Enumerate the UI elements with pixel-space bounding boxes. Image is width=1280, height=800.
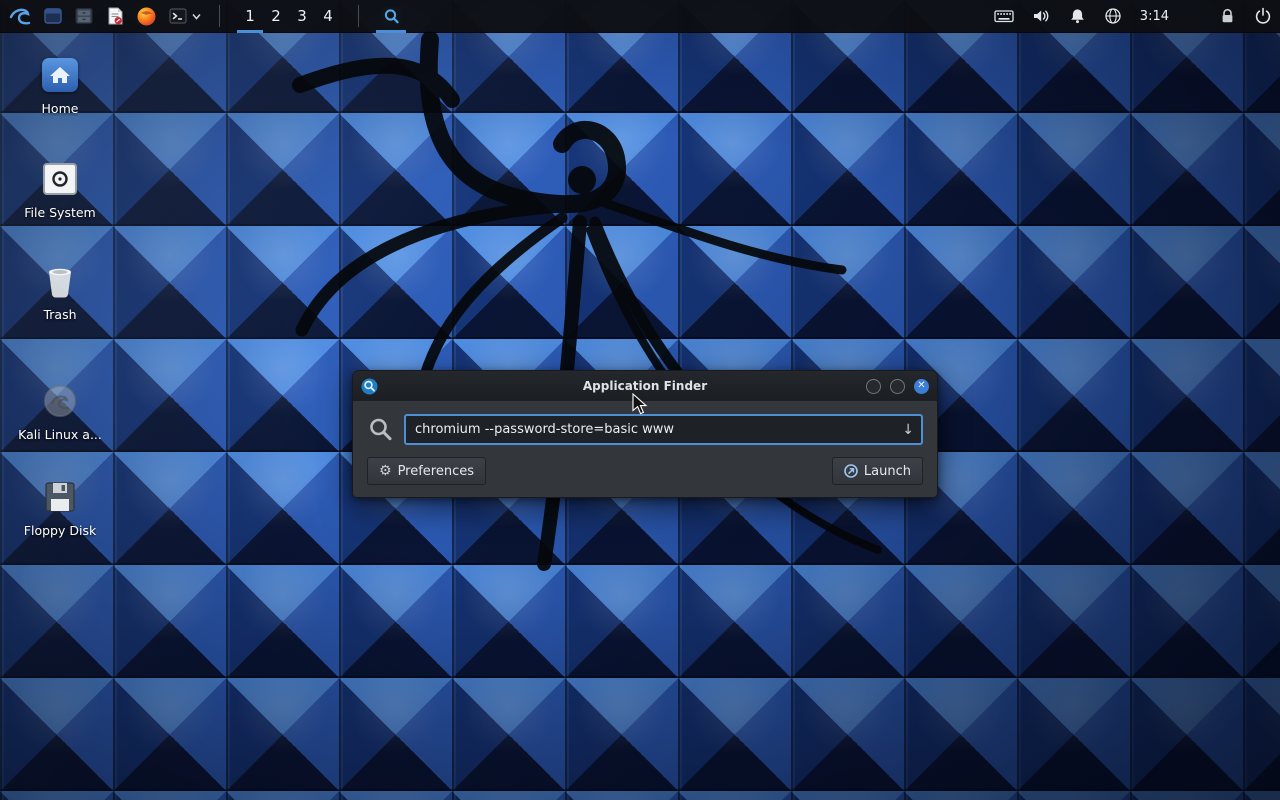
kali-linux-icon xyxy=(42,383,78,419)
preferences-label: Preferences xyxy=(398,464,474,479)
appfinder-icon xyxy=(381,6,402,27)
desktop-icon-file-system[interactable]: File System xyxy=(12,160,108,220)
notifications-bell-icon[interactable] xyxy=(1069,7,1086,25)
window-launcher-button[interactable] xyxy=(43,0,63,33)
panel-separator xyxy=(358,5,359,27)
desktop-icon-label: File System xyxy=(24,205,96,220)
workspace-2-label: 2 xyxy=(271,7,281,25)
workspace-3-label: 3 xyxy=(297,7,307,25)
workspace-switcher: 1 2 3 4 xyxy=(237,0,341,33)
desktop-icon-home[interactable]: Home xyxy=(12,56,108,116)
launch-button[interactable]: Launch xyxy=(832,457,923,485)
search-icon xyxy=(367,416,394,443)
workspace-4-label: 4 xyxy=(323,7,333,25)
desktop-icon-label: Kali Linux a... xyxy=(18,427,102,442)
network-globe-icon[interactable] xyxy=(1104,7,1122,25)
appfinder-window-icon xyxy=(361,378,378,395)
floppy-disk-icon xyxy=(43,480,77,514)
application-finder-window: Application Finder ✕ ↓ ⚙ Preferences xyxy=(352,370,938,498)
logout-power-icon[interactable] xyxy=(1254,7,1272,25)
desktop-icon-label: Trash xyxy=(43,307,76,322)
file-manager-icon xyxy=(74,6,94,26)
clock[interactable]: 3:14 xyxy=(1140,9,1169,24)
screen-lock-icon[interactable] xyxy=(1219,7,1236,25)
home-icon xyxy=(42,58,78,92)
firefox-button[interactable] xyxy=(136,0,157,33)
desktop-icon-trash[interactable]: Trash xyxy=(12,262,108,322)
workspace-4[interactable]: 4 xyxy=(315,0,341,33)
text-editor-button[interactable] xyxy=(105,0,125,33)
window-icon xyxy=(43,6,63,26)
top-panel: 1 2 3 4 xyxy=(0,0,1280,33)
workspace-2[interactable]: 2 xyxy=(263,0,289,33)
desktop-icon-label: Floppy Disk xyxy=(24,523,96,538)
search-input[interactable] xyxy=(406,422,921,437)
terminal-icon xyxy=(168,6,188,26)
search-field: ↓ xyxy=(404,414,923,445)
desktop-icon-kali-linux[interactable]: Kali Linux a... xyxy=(12,382,108,442)
panel-separator xyxy=(219,5,220,27)
keyboard-icon[interactable] xyxy=(994,7,1014,25)
chevron-down-icon[interactable] xyxy=(191,11,202,22)
maximize-button[interactable] xyxy=(890,379,905,394)
gear-icon: ⚙ xyxy=(379,464,392,478)
launch-label: Launch xyxy=(864,464,911,479)
file-manager-button[interactable] xyxy=(74,0,94,33)
workspace-1[interactable]: 1 xyxy=(237,0,263,33)
kali-menu-button[interactable] xyxy=(8,0,32,33)
launch-icon xyxy=(844,464,858,478)
close-button[interactable]: ✕ xyxy=(914,379,929,394)
file-system-icon xyxy=(43,163,77,195)
finder-body: ↓ ⚙ Preferences Launch xyxy=(353,401,937,497)
text-editor-icon xyxy=(105,6,125,26)
workspace-1-label: 1 xyxy=(245,7,255,25)
minimize-button[interactable] xyxy=(866,379,881,394)
preferences-button[interactable]: ⚙ Preferences xyxy=(367,457,486,485)
close-icon: ✕ xyxy=(917,381,925,391)
kali-logo-icon xyxy=(8,4,32,28)
history-dropdown-icon[interactable]: ↓ xyxy=(902,422,914,438)
volume-icon[interactable] xyxy=(1032,7,1051,25)
desktop-icon-label: Home xyxy=(42,101,79,116)
appfinder-taskbar-button[interactable] xyxy=(376,0,406,33)
terminal-launcher-button[interactable] xyxy=(168,0,202,33)
workspace-3[interactable]: 3 xyxy=(289,0,315,33)
titlebar[interactable]: Application Finder ✕ xyxy=(353,371,937,401)
trash-icon xyxy=(43,263,77,299)
desktop-icon-floppy-disk[interactable]: Floppy Disk xyxy=(12,478,108,538)
window-title: Application Finder xyxy=(353,379,937,393)
firefox-icon xyxy=(136,6,157,27)
